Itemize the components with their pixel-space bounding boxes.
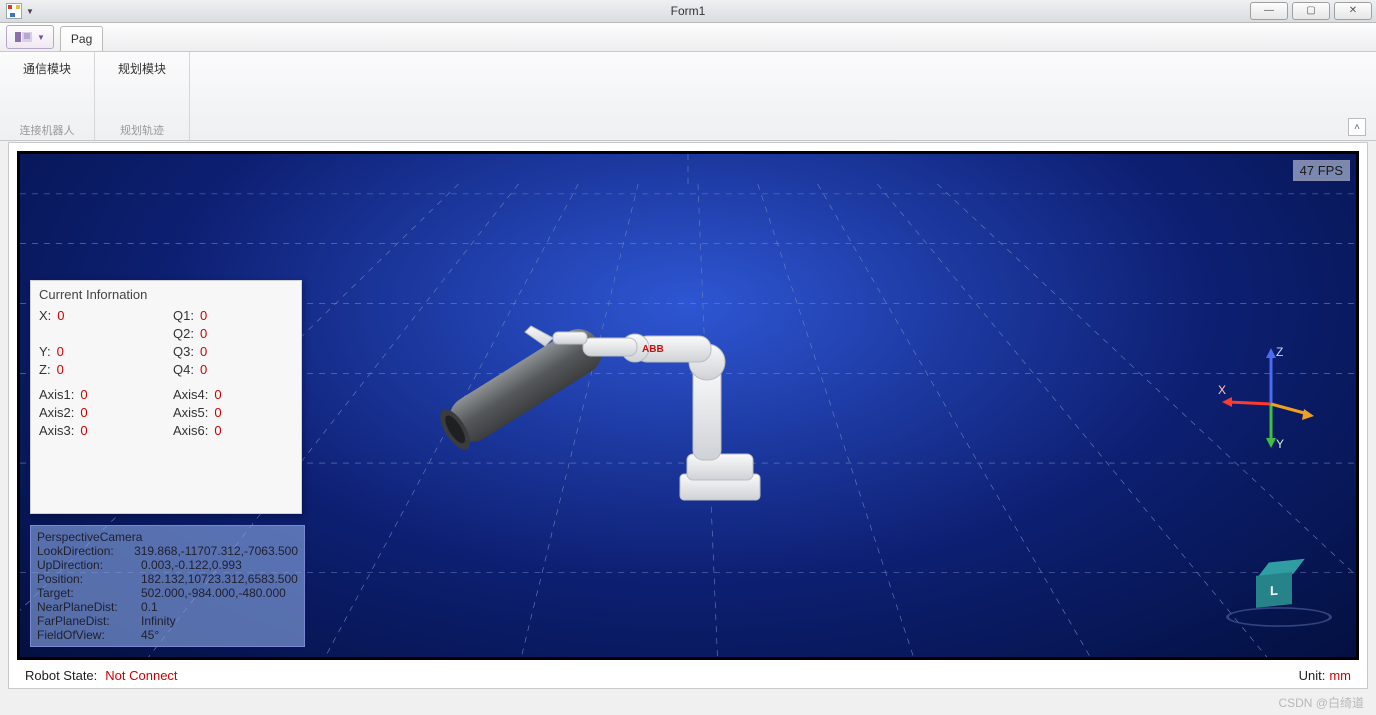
value-a1: 0 (80, 387, 87, 402)
minimize-button[interactable]: — (1250, 2, 1288, 20)
app-window: ▼ Form1 — ▢ ✕ ▼ Pag 通信模块 连接机器人 规划模块 规划轨迹… (0, 0, 1376, 715)
cam-fov-k: FieldOfView: (37, 628, 141, 642)
viewport-3d[interactable]: 47 FPS (17, 151, 1359, 660)
label-a3: Axis3: (39, 423, 74, 438)
value-a4: 0 (214, 387, 221, 402)
value-a5: 0 (214, 405, 221, 420)
ribbon-collapse-button[interactable]: ˄ (1348, 118, 1366, 136)
cam-tar-k: Target: (37, 586, 141, 600)
viewcube-face: L (1256, 572, 1292, 608)
qat-dropdown-icon[interactable]: ▼ (26, 7, 34, 16)
cam-far-v: Infinity (141, 614, 176, 628)
cam-up-k: UpDirection: (37, 558, 141, 572)
ribbon-body: 通信模块 连接机器人 规划模块 规划轨迹 ˄ (0, 52, 1376, 141)
content-area: 47 FPS (8, 142, 1368, 689)
comm-module-button[interactable]: 通信模块 (23, 60, 71, 77)
label-a4: Axis4: (173, 387, 208, 402)
close-button[interactable]: ✕ (1334, 2, 1372, 20)
plan-group-caption: 规划轨迹 (120, 122, 164, 138)
label-a2: Axis2: (39, 405, 74, 420)
watermark: CSDN @白绮道 (1278, 694, 1364, 711)
ribbon-group-plan: 规划模块 规划轨迹 (95, 52, 190, 140)
tab-page[interactable]: Pag (60, 26, 103, 51)
label-q2: Q2: (173, 326, 194, 341)
label-q1: Q1: (173, 308, 194, 323)
label-a6: Axis6: (173, 423, 208, 438)
plan-module-button[interactable]: 规划模块 (118, 60, 166, 77)
label-q3: Q3: (173, 344, 194, 359)
label-q4: Q4: (173, 362, 194, 377)
cam-pos-v: 182.132,10723.312,6583.500 (141, 572, 298, 586)
maximize-button[interactable]: ▢ (1292, 2, 1330, 20)
value-q2: 0 (200, 326, 207, 341)
value-y: 0 (57, 344, 64, 359)
app-icon (6, 3, 22, 19)
label-x: X: (39, 308, 51, 323)
value-a2: 0 (80, 405, 87, 420)
cam-look-k: LookDirection: (37, 544, 134, 558)
value-a3: 0 (80, 423, 87, 438)
label-a1: Axis1: (39, 387, 74, 402)
robot-render: ABB (435, 214, 815, 534)
value-q3: 0 (200, 344, 207, 359)
value-a6: 0 (214, 423, 221, 438)
ribbon-tab-row: ▼ Pag (0, 23, 1376, 52)
status-row: Robot State: Not Connect Unit: mm (25, 666, 1351, 684)
value-q1: 0 (200, 308, 207, 323)
unit-label: Unit: (1299, 668, 1326, 683)
label-a5: Axis5: (173, 405, 208, 420)
fps-counter: 47 FPS (1293, 160, 1350, 181)
comm-group-caption: 连接机器人 (20, 122, 75, 138)
window-title: Form1 (0, 4, 1376, 18)
cam-near-v: 0.1 (141, 600, 158, 614)
svg-text:Y: Y (1276, 437, 1284, 451)
unit-value: mm (1329, 668, 1351, 683)
value-z: 0 (57, 362, 64, 377)
camera-title: PerspectiveCamera (37, 530, 298, 544)
current-info-panel: Current Infornation X: 0 Q1: 0 Q2: 0 Y: 0 Q3… (30, 280, 302, 514)
robot-state-value: Not Connect (105, 668, 177, 683)
svg-text:X: X (1218, 383, 1226, 397)
cam-up-v: 0.003,-0.122,0.993 (141, 558, 242, 572)
ribbon-group-comm: 通信模块 连接机器人 (0, 52, 95, 140)
svg-text:Z: Z (1276, 345, 1283, 359)
svg-text:ABB: ABB (642, 344, 664, 355)
robot-state-label: Robot State: (25, 668, 97, 683)
cam-far-k: FarPlaneDist: (37, 614, 141, 628)
viewcube[interactable]: L (1216, 555, 1336, 645)
cam-fov-v: 45° (141, 628, 159, 642)
value-q4: 0 (200, 362, 207, 377)
label-z: Z: (39, 362, 51, 377)
value-x: 0 (57, 308, 64, 323)
cam-tar-v: 502.000,-984.000,-480.000 (141, 586, 286, 600)
cam-near-k: NearPlaneDist: (37, 600, 141, 614)
file-menu-button[interactable]: ▼ (6, 25, 54, 49)
cam-look-v: 319.868,-11707.312,-7063.500 (134, 544, 298, 558)
info-title: Current Infornation (39, 287, 293, 302)
axis-gizmo: Z X Y (1216, 344, 1326, 454)
cam-pos-k: Position: (37, 572, 141, 586)
titlebar[interactable]: ▼ Form1 — ▢ ✕ (0, 0, 1376, 23)
camera-info-panel: PerspectiveCamera LookDirection:319.868,… (30, 525, 305, 647)
label-y: Y: (39, 344, 51, 359)
chevron-down-icon: ▼ (37, 33, 45, 42)
